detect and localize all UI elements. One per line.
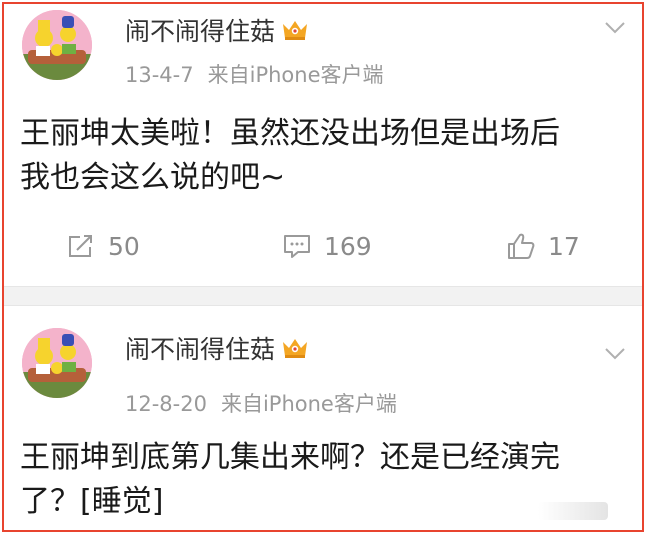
repost-icon — [69, 235, 92, 257]
avatar-image — [22, 328, 92, 398]
username-text: 闹不闹得住菇 — [125, 17, 276, 46]
screenshot-frame: 闹不闹得住菇 13-4-7 来自iPhone客户端 王丽坤太美啦！虽然还没出场但是… — [2, 2, 644, 532]
post-date: 12-8-20 — [125, 392, 207, 416]
repost-button[interactable]: 50 — [66, 222, 140, 270]
vip-crown-icon — [283, 339, 308, 358]
content-line: 了？[睡觉] — [20, 484, 164, 519]
vip-crown-icon — [283, 21, 308, 40]
weibo-post: 闹不闹得住菇 12-8-20 来自iPhone客户端 王丽坤到底第几集出来啊？还是… — [4, 306, 642, 530]
repost-count: 50 — [108, 231, 140, 261]
post-content: 王丽坤太美啦！虽然还没出场但是出场后 我也会这么说的吧~ — [20, 112, 628, 200]
content-line: 我也会这么说的吧~ — [20, 160, 286, 195]
username[interactable]: 闹不闹得住菇 — [125, 330, 309, 366]
weibo-post: 闹不闹得住菇 13-4-7 来自iPhone客户端 王丽坤太美啦！虽然还没出场但是… — [4, 4, 642, 286]
content-line: 王丽坤太美啦！虽然还没出场但是出场后 — [20, 116, 560, 151]
watermark — [538, 502, 608, 520]
like-count: 17 — [548, 231, 580, 261]
post-source: 来自iPhone客户端 — [207, 63, 384, 87]
post-source: 来自iPhone客户端 — [220, 392, 397, 416]
post-content: 王丽坤到底第几集出来啊？还是已经演完 了？[睡觉] — [20, 436, 628, 524]
avatar-image — [22, 10, 92, 80]
username-text: 闹不闹得住菇 — [125, 335, 276, 364]
post-date: 13-4-7 — [125, 63, 194, 87]
username[interactable]: 闹不闹得住菇 — [125, 12, 309, 48]
chevron-down-icon[interactable] — [602, 14, 628, 40]
like-button[interactable]: 17 — [506, 222, 580, 270]
post-meta: 13-4-7 来自iPhone客户端 — [125, 59, 384, 89]
feed-divider — [4, 286, 642, 306]
comment-button[interactable]: 169 — [282, 222, 372, 270]
comment-icon — [284, 235, 310, 258]
thumbs-up-icon — [508, 233, 535, 259]
comment-count: 169 — [324, 231, 372, 261]
avatar[interactable] — [22, 328, 92, 398]
post-meta: 12-8-20 来自iPhone客户端 — [125, 388, 397, 418]
chevron-down-icon[interactable] — [602, 340, 628, 366]
post-actions: 50 169 17 — [4, 222, 642, 270]
content-line: 王丽坤到底第几集出来啊？还是已经演完 — [20, 440, 560, 475]
avatar[interactable] — [22, 10, 92, 80]
